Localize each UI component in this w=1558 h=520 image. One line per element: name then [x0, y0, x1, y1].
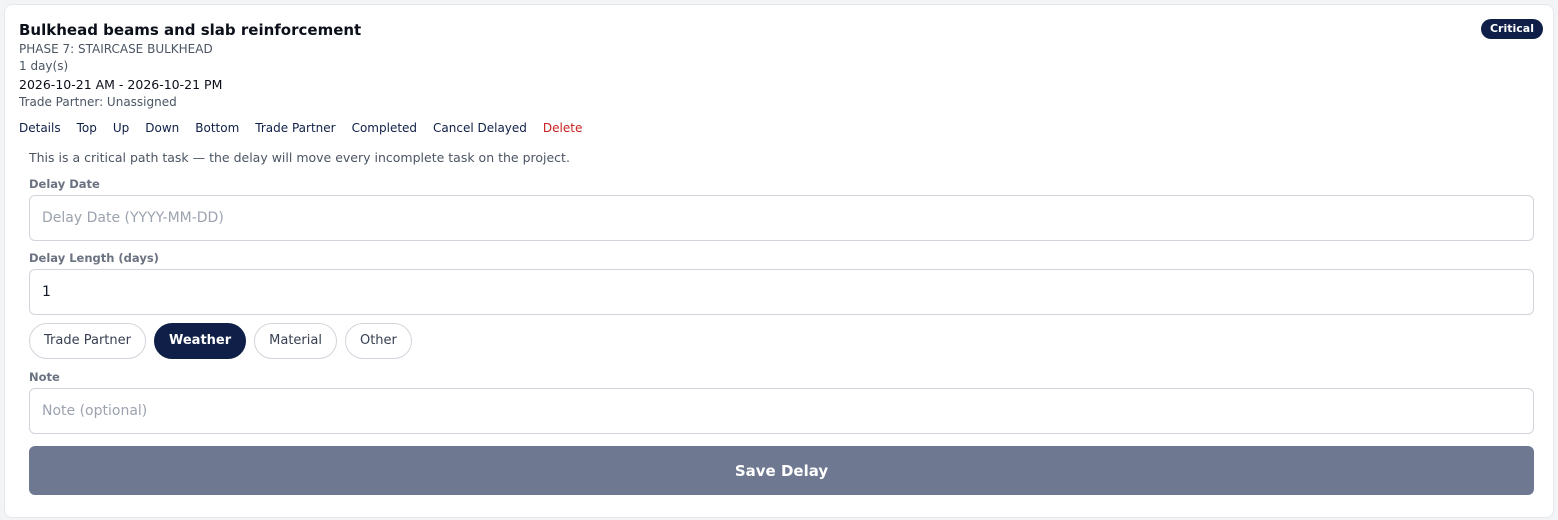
save-delay-button[interactable]: Save Delay — [29, 446, 1534, 495]
action-top[interactable]: Top — [77, 121, 97, 135]
task-card: Bulkhead beams and slab reinforcement PH… — [4, 4, 1554, 518]
action-up[interactable]: Up — [113, 121, 129, 135]
action-bottom[interactable]: Bottom — [195, 121, 239, 135]
task-actions: Details Top Up Down Bottom Trade Partner… — [19, 121, 582, 135]
task-title: Bulkhead beams and slab reinforcement — [19, 21, 362, 39]
reason-trade-partner[interactable]: Trade Partner — [29, 323, 146, 359]
action-delete[interactable]: Delete — [543, 121, 582, 135]
reason-material[interactable]: Material — [254, 323, 337, 359]
action-down[interactable]: Down — [145, 121, 179, 135]
note-input[interactable] — [29, 388, 1534, 434]
reason-weather[interactable]: Weather — [153, 323, 247, 359]
action-completed[interactable]: Completed — [352, 121, 417, 135]
task-trade-partner: Trade Partner: Unassigned — [19, 95, 177, 109]
critical-badge: Critical — [1480, 19, 1543, 39]
delay-date-label: Delay Date — [29, 177, 100, 191]
action-details[interactable]: Details — [19, 121, 61, 135]
delay-reason-group: Trade Partner Weather Material Other — [29, 323, 412, 359]
reason-other[interactable]: Other — [344, 323, 412, 359]
critical-path-notice: This is a critical path task — the delay… — [29, 150, 570, 165]
delay-length-label: Delay Length (days) — [29, 251, 159, 265]
task-dates: 2026-10-21 AM - 2026-10-21 PM — [19, 77, 223, 92]
action-trade-partner[interactable]: Trade Partner — [255, 121, 335, 135]
note-label: Note — [29, 370, 60, 384]
delay-length-input[interactable] — [29, 269, 1534, 315]
action-cancel-delayed[interactable]: Cancel Delayed — [433, 121, 527, 135]
delay-date-input[interactable] — [29, 195, 1534, 241]
task-phase: PHASE 7: STAIRCASE BULKHEAD — [19, 42, 213, 56]
task-duration: 1 day(s) — [19, 59, 69, 73]
